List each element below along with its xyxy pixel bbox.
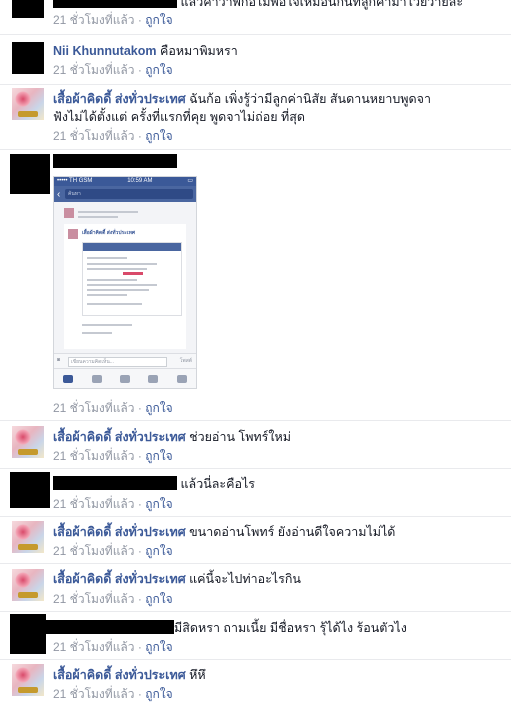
comment-text-line2: ฟังไม่ได้ตั้งแต่ ครั้งที่แรกที่คุย พูดจา…: [53, 110, 305, 124]
comment-timestamp[interactable]: 21 ชั่วโมงที่แล้ว: [53, 640, 135, 654]
divider: [0, 563, 511, 564]
comment-author-link[interactable]: เสื้อผ้าคิดดี้ ส่งทั่วประเทศ: [53, 668, 186, 682]
like-link[interactable]: ถูกใจ: [145, 401, 172, 415]
comment-meta: 21 ชั่วโมงที่แล้ว · ถูกใจ: [53, 640, 173, 654]
divider: [0, 420, 511, 421]
phone-composer: ◙ เขียนความคิดเห็น... โพสต์: [54, 353, 196, 368]
comment-author-link[interactable]: Nii Khunnutakom: [53, 44, 156, 58]
messages-tab-icon: [119, 375, 130, 383]
comment-text: แค่นี้จะไปท่าอะไรกิน: [189, 572, 301, 586]
like-link[interactable]: ถูกใจ: [145, 13, 172, 27]
comment-meta: 21 ชั่วโมงที่แล้ว · ถูกใจ: [53, 497, 173, 511]
divider: [0, 611, 511, 612]
more-tab-icon: [176, 375, 187, 383]
comment-meta: 21 ชั่วโมงที่แล้ว · ถูกใจ: [53, 13, 173, 27]
comment-text: แล้วนี่ละคือไร: [180, 477, 256, 491]
mini-avatar: [64, 208, 74, 218]
shop-avatar[interactable]: [12, 88, 44, 120]
like-link[interactable]: ถูกใจ: [145, 63, 172, 77]
comment-meta: 21 ชั่วโมงที่แล้ว · ถูกใจ: [53, 129, 173, 143]
comment-author-link[interactable]: เสื้อผ้าคิดดี้ ส่งทั่วประเทศ: [53, 572, 186, 586]
like-link[interactable]: ถูกใจ: [145, 687, 172, 701]
redacted-avatar[interactable]: [10, 154, 50, 194]
comment-text: ช่วยอ่าน โพทร์ใหม่: [189, 430, 291, 444]
comment-author-link[interactable]: เสื้อผ้าคิดดี้ ส่งทั่วประเทศ: [53, 430, 186, 444]
comment-timestamp[interactable]: 21 ชั่วโมงที่แล้ว: [53, 129, 135, 143]
shop-avatar[interactable]: [12, 521, 44, 553]
like-link[interactable]: ถูกใจ: [145, 544, 172, 558]
notifications-tab-icon: [148, 375, 159, 383]
battery-icon: ▭: [187, 178, 193, 184]
redacted-author-name: [53, 476, 177, 490]
comment-timestamp[interactable]: 21 ชั่วโมงที่แล้ว: [53, 544, 135, 558]
comment-timestamp[interactable]: 21 ชั่วโมงที่แล้ว: [53, 497, 135, 511]
comment-text: คือหมาพิมหรา: [159, 44, 238, 58]
phone-search-box: ค้นหา: [65, 189, 193, 199]
like-link[interactable]: ถูกใจ: [145, 640, 172, 654]
divider: [0, 34, 511, 35]
phone-post: เสื้อผ้าคิดดี้ ส่งทั่วประเทศ: [64, 224, 186, 349]
phone-tab-bar: [54, 368, 196, 388]
like-link[interactable]: ถูกใจ: [145, 497, 172, 511]
comment-author-link[interactable]: เสื้อผ้าคิดดี้ ส่งทั่วประเทศ: [53, 525, 186, 539]
comment-meta: 21 ชั่วโมงที่แล้ว · ถูกใจ: [53, 401, 173, 415]
comment-text: มีสิดหรา ถามเนี้ย มีชื่อหรา รุ้ได้ไง ร้อ…: [174, 621, 407, 635]
like-link[interactable]: ถูกใจ: [145, 592, 172, 606]
comment-timestamp[interactable]: 21 ชั่วโมงที่แล้ว: [53, 13, 135, 27]
redacted-avatar[interactable]: [12, 0, 44, 18]
like-link[interactable]: ถูกใจ: [145, 129, 172, 143]
redacted-author-name: [46, 620, 174, 634]
shop-avatar[interactable]: [12, 664, 44, 696]
redacted-author-name: [53, 0, 177, 8]
phone-page-title: เสื้อผ้าคิดดี้ ส่งทั่วประเทศ: [82, 230, 136, 236]
comment-meta: 21 ชั่วโมงที่แล้ว · ถูกใจ: [53, 63, 173, 77]
phone-feed: เสื้อผ้าคิดดี้ ส่งทั่วประเทศ: [54, 202, 196, 353]
comment-timestamp[interactable]: 21 ชั่วโมงที่แล้ว: [53, 687, 135, 701]
like-link[interactable]: ถูกใจ: [145, 449, 172, 463]
back-arrow-icon: ‹: [57, 188, 61, 200]
comment-meta: 21 ชั่วโมงที่แล้ว · ถูกใจ: [53, 687, 173, 701]
comment-timestamp[interactable]: 21 ชั่วโมงที่แล้ว: [53, 449, 135, 463]
redacted-avatar[interactable]: [10, 472, 50, 508]
friends-tab-icon: [91, 375, 102, 383]
divider: [0, 149, 511, 150]
redacted-avatar[interactable]: [10, 614, 46, 654]
phone-nav-bar: ‹ ค้นหา: [54, 186, 196, 202]
divider: [0, 516, 511, 517]
divider: [0, 84, 511, 85]
shop-avatar[interactable]: [12, 569, 44, 601]
redacted-avatar[interactable]: [12, 42, 44, 74]
comment-meta: 21 ชั่วโมงที่แล้ว · ถูกใจ: [53, 544, 173, 558]
camera-icon: ◙: [57, 357, 61, 363]
comment-text: ขนาดอ่านโพทร์ ยังอ่านดีใจความไม่ได้: [189, 525, 396, 539]
comment-timestamp[interactable]: 21 ชั่วโมงที่แล้ว: [53, 401, 135, 415]
news-feed-tab-icon: [63, 375, 74, 383]
comment-text: หึหึ: [189, 668, 206, 682]
comment-text: ฉันก้อ เพิ่งรู้ว่ามีลูกค่านิสัย สันดานหย…: [189, 92, 431, 106]
shop-avatar[interactable]: [12, 426, 44, 458]
comment-text: แล้วคำว่าพี่ก็อไม่พอใจเหมือนกันที่ลูกค้า…: [180, 0, 464, 9]
comment-timestamp[interactable]: 21 ชั่วโมงที่แล้ว: [53, 63, 135, 77]
attached-screenshot[interactable]: ••••• TH GSM 10:59 AM ▭ ‹ ค้นหา เสื้อผ้า…: [53, 176, 197, 389]
comment-timestamp[interactable]: 21 ชั่วโมงที่แล้ว: [53, 592, 135, 606]
comment-meta: 21 ชั่วโมงที่แล้ว · ถูกใจ: [53, 449, 173, 463]
comment-author-link[interactable]: เสื้อผ้าคิดดี้ ส่งทั่วประเทศ: [53, 92, 186, 106]
divider: [0, 468, 511, 469]
redacted-author-name: [53, 154, 177, 168]
phone-status-bar: ••••• TH GSM 10:59 AM ▭: [54, 177, 196, 186]
divider: [0, 659, 511, 660]
comment-meta: 21 ชั่วโมงที่แล้ว · ถูกใจ: [53, 592, 173, 606]
